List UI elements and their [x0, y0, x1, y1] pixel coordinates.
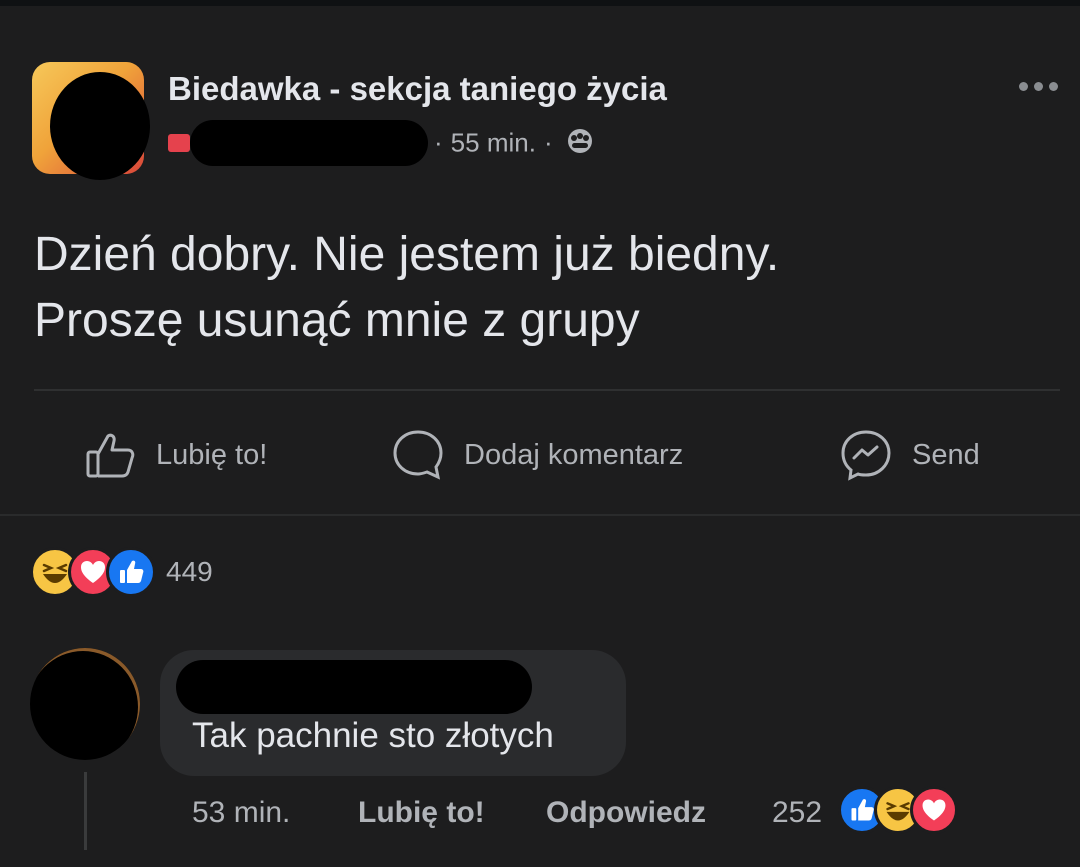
divider [0, 514, 1080, 516]
commenter-name-redacted[interactable] [176, 660, 532, 714]
comment-reply-button[interactable]: Odpowiedz [546, 796, 706, 830]
comment-reaction-count[interactable]: 252 [772, 796, 822, 830]
comment-like-button[interactable]: Lubię to! [358, 796, 485, 830]
comment-time[interactable]: 53 min. [192, 796, 290, 830]
commenter-avatar-redacted[interactable] [30, 648, 140, 760]
dot-icon [1048, 81, 1058, 91]
reaction-count: 449 [166, 556, 213, 587]
group-privacy-icon [565, 126, 595, 163]
top-strip [0, 0, 1080, 6]
dot-icon [1018, 81, 1028, 91]
dot-icon [1033, 81, 1043, 91]
comment-bubble-icon [390, 427, 446, 483]
group-name[interactable]: Biedawka - sekcja taniego życia [168, 70, 667, 108]
author-avatar-redacted[interactable] [50, 72, 150, 180]
comment-reactions[interactable] [838, 786, 958, 834]
like-button[interactable]: Lubię to! [84, 425, 267, 485]
reactions-summary[interactable]: 449 [30, 547, 213, 597]
post-meta: · 55 min. · [426, 126, 595, 163]
post-text: Dzień dobry. Nie jestem już biedny. Pros… [34, 222, 1044, 354]
post-text-line: Proszę usunąć mnie z grupy [34, 294, 640, 347]
send-label: Send [912, 438, 980, 471]
love-icon [910, 786, 958, 834]
comment-label: Dodaj komentarz [464, 438, 684, 471]
comment-button[interactable]: Dodaj komentarz [390, 425, 683, 485]
meta-separator: · [543, 127, 553, 158]
post-time[interactable]: 55 min. [451, 127, 536, 157]
like-icon [106, 547, 156, 597]
messenger-icon [838, 427, 894, 483]
admin-badge-icon [168, 134, 190, 152]
thumbs-up-icon [84, 428, 138, 482]
meta-separator: · [434, 127, 443, 158]
more-options-button[interactable] [1012, 74, 1064, 98]
divider [34, 389, 1060, 391]
comment-text: Tak pachnie sto złotych [192, 716, 554, 755]
send-button[interactable]: Send [838, 425, 980, 485]
post-text-line: Dzień dobry. Nie jestem już biedny. [34, 228, 780, 281]
thread-line [84, 772, 87, 850]
author-name-redacted[interactable] [190, 120, 428, 166]
like-label: Lubię to! [156, 438, 268, 471]
